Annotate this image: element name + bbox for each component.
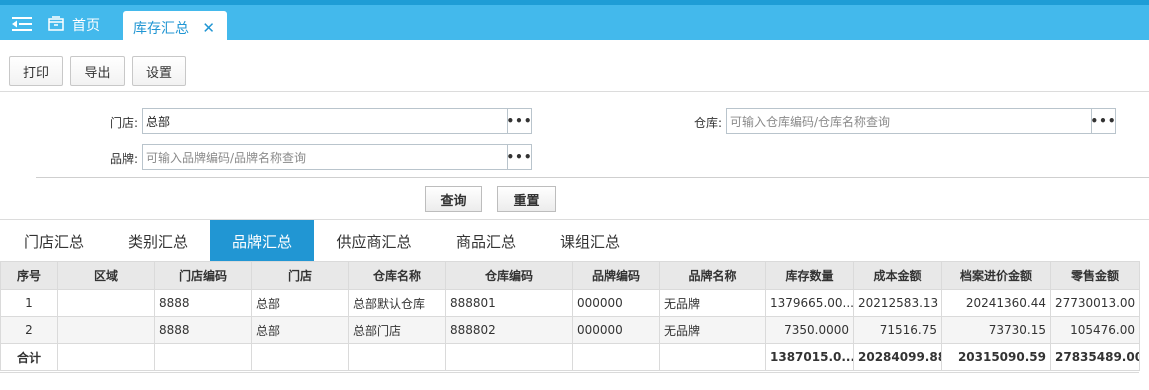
- toolbar: 打印 导出 设置: [0, 52, 1149, 92]
- table-cell: 总部: [251, 316, 349, 344]
- table-header-row: 序号 区域 门店编码 门店 仓库名称 仓库编码 品牌编码 品牌名称 库存数量 成…: [0, 261, 1140, 290]
- table-cell: 1: [0, 289, 58, 317]
- table-cell: 888802: [445, 316, 573, 344]
- tab-supplier-summary[interactable]: 供应商汇总: [322, 220, 426, 262]
- table-cell: 8888: [154, 316, 252, 344]
- table-cell: 总部门店: [348, 316, 446, 344]
- column-header[interactable]: 仓库编码: [445, 261, 573, 290]
- table-cell: 27730013.00: [1050, 289, 1140, 317]
- export-button[interactable]: 导出: [70, 56, 125, 86]
- table-cell: 71516.75: [853, 316, 942, 344]
- table-cell: [572, 343, 660, 371]
- table-cell: 无品牌: [659, 316, 766, 344]
- column-header[interactable]: 品牌编码: [572, 261, 660, 290]
- table-cell: [348, 343, 446, 371]
- brand-picker-icon[interactable]: •••: [507, 145, 532, 169]
- reset-button[interactable]: 重置: [497, 186, 556, 212]
- warehouse-picker-icon[interactable]: •••: [1091, 109, 1116, 133]
- table-cell: 8888: [154, 289, 252, 317]
- table-cell: [57, 289, 155, 317]
- column-header[interactable]: 品牌名称: [659, 261, 766, 290]
- table-cell: 000000: [572, 316, 660, 344]
- table-row[interactable]: 1 8888 总部 总部默认仓库 888801 000000 无品牌 13796…: [0, 289, 1140, 317]
- column-header[interactable]: 档案进价金额: [941, 261, 1051, 290]
- store-label: 门店:: [109, 116, 138, 130]
- column-header[interactable]: 成本金额: [853, 261, 942, 290]
- table-cell: 1379665.00...: [765, 289, 854, 317]
- brand-placeholder: 可输入品牌编码/品牌名称查询: [146, 150, 307, 165]
- divider: [0, 372, 1139, 373]
- column-header[interactable]: 仓库名称: [348, 261, 446, 290]
- warehouse-placeholder: 可输入仓库编码/仓库名称查询: [730, 114, 891, 129]
- table-cell: 总部: [251, 289, 349, 317]
- tab-brand-summary[interactable]: 品牌汇总: [210, 220, 314, 262]
- summary-tabs: 门店汇总 类别汇总 品牌汇总 供应商汇总 商品汇总 课组汇总: [0, 219, 1149, 262]
- warehouse-label: 仓库:: [693, 116, 722, 130]
- brand-label: 品牌:: [109, 152, 138, 166]
- table-cell: [251, 343, 349, 371]
- table-cell: 20212583.13: [853, 289, 942, 317]
- total-label: 合计: [0, 343, 58, 371]
- column-header[interactable]: 门店: [251, 261, 349, 290]
- table-cell: [57, 343, 155, 371]
- column-header[interactable]: 门店编码: [154, 261, 252, 290]
- table-cell: 73730.15: [941, 316, 1051, 344]
- table-cell: 888801: [445, 289, 573, 317]
- total-cell: 20284099.88: [853, 343, 942, 371]
- column-header[interactable]: 库存数量: [765, 261, 854, 290]
- table-cell: [445, 343, 573, 371]
- tab-category-summary[interactable]: 类别汇总: [112, 220, 204, 262]
- column-header[interactable]: 零售金额: [1050, 261, 1140, 290]
- home-tab[interactable]: 首页: [48, 13, 100, 37]
- warehouse-field[interactable]: 可输入仓库编码/仓库名称查询 •••: [726, 108, 1116, 134]
- top-nav-bar: 首页 库存汇总 ✕: [0, 0, 1149, 45]
- table-cell: 2: [0, 316, 58, 344]
- print-button[interactable]: 打印: [9, 56, 63, 86]
- tab-inventory-summary[interactable]: 库存汇总 ✕: [123, 11, 227, 45]
- column-header[interactable]: 序号: [0, 261, 58, 290]
- table-cell: 000000: [572, 289, 660, 317]
- total-cell: 27835489.00: [1050, 343, 1140, 371]
- table-row[interactable]: 2 8888 总部 总部门店 888802 000000 无品牌 7350.00…: [0, 316, 1140, 344]
- table-cell: 无品牌: [659, 289, 766, 317]
- total-cell: 1387015.0...: [765, 343, 854, 371]
- total-cell: 20315090.59: [941, 343, 1051, 371]
- tab-store-summary[interactable]: 门店汇总: [8, 220, 100, 262]
- home-tab-label: 首页: [72, 18, 100, 34]
- table-cell: 总部默认仓库: [348, 289, 446, 317]
- store-picker-icon[interactable]: •••: [507, 109, 532, 133]
- menu-toggle-icon[interactable]: [8, 10, 36, 38]
- table-total-row: 合计 1387015.0... 20284099.88 20315090.59 …: [0, 343, 1140, 371]
- table-cell: 7350.0000: [765, 316, 854, 344]
- brand-field[interactable]: 可输入品牌编码/品牌名称查询 •••: [142, 144, 532, 170]
- table-cell: [154, 343, 252, 371]
- store-field[interactable]: 总部 •••: [142, 108, 532, 134]
- table-cell: [659, 343, 766, 371]
- inventory-table: 序号 区域 门店编码 门店 仓库名称 仓库编码 品牌编码 品牌名称 库存数量 成…: [0, 261, 1140, 371]
- store-value: 总部: [146, 114, 171, 129]
- tab-inventory-summary-label: 库存汇总: [133, 21, 189, 37]
- query-button[interactable]: 查询: [425, 186, 482, 212]
- divider: [36, 177, 1149, 178]
- tab-group-summary[interactable]: 课组汇总: [544, 220, 636, 262]
- close-icon[interactable]: ✕: [202, 19, 215, 37]
- tab-product-summary[interactable]: 商品汇总: [440, 220, 532, 262]
- home-icon: [48, 15, 64, 35]
- settings-button[interactable]: 设置: [132, 56, 186, 86]
- column-header[interactable]: 区域: [57, 261, 155, 290]
- table-cell: 20241360.44: [941, 289, 1051, 317]
- table-cell: 105476.00: [1050, 316, 1140, 344]
- table-cell: [57, 316, 155, 344]
